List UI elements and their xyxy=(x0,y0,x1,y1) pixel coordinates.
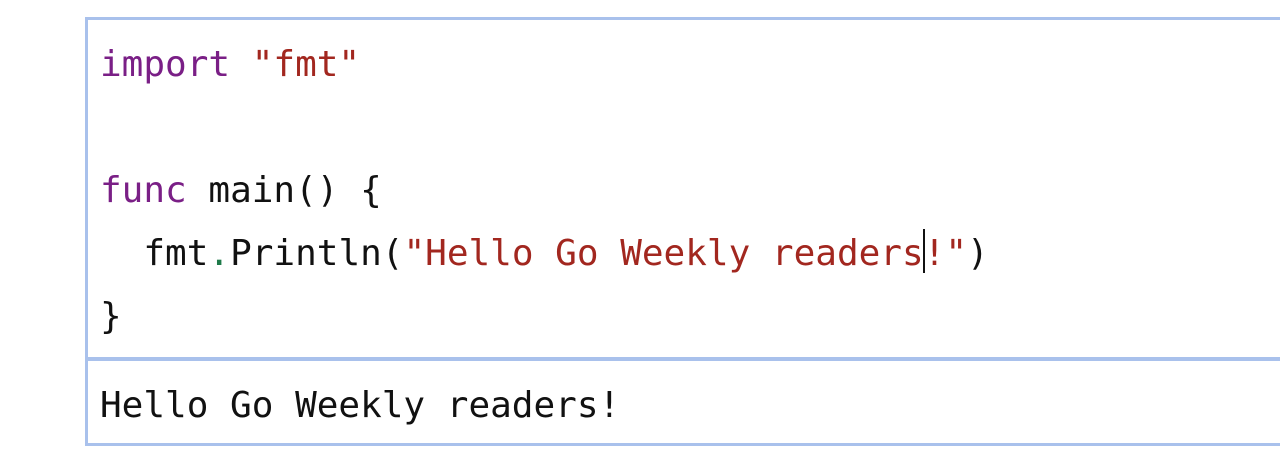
func-signature: main() { xyxy=(208,170,382,211)
close-brace: } xyxy=(100,296,122,337)
source-code[interactable]: import "fmt" func main() { fmt.Println("H… xyxy=(100,33,989,348)
selector-dot: . xyxy=(208,233,231,274)
func-keyword: func xyxy=(100,170,187,211)
code-line-close-brace: } xyxy=(100,285,989,348)
close-paren: ) xyxy=(967,233,989,274)
import-path-string: "fmt" xyxy=(251,44,361,85)
code-editor[interactable]: import "fmt" func main() { fmt.Println("H… xyxy=(88,20,1280,361)
code-line-func: func main() { xyxy=(100,159,989,222)
package-name: fmt xyxy=(143,233,209,274)
code-cell: import "fmt" func main() { fmt.Println("H… xyxy=(85,17,1280,446)
string-literal-end: !" xyxy=(923,233,967,274)
string-literal-start: "Hello Go Weekly readers xyxy=(403,233,924,274)
function-call: Println( xyxy=(230,233,404,274)
code-line-import: import "fmt" xyxy=(100,33,989,96)
code-line-println: fmt.Println("Hello Go Weekly readers!") xyxy=(100,222,989,285)
import-keyword: import xyxy=(100,44,231,85)
program-output: Hello Go Weekly readers! xyxy=(100,385,621,426)
